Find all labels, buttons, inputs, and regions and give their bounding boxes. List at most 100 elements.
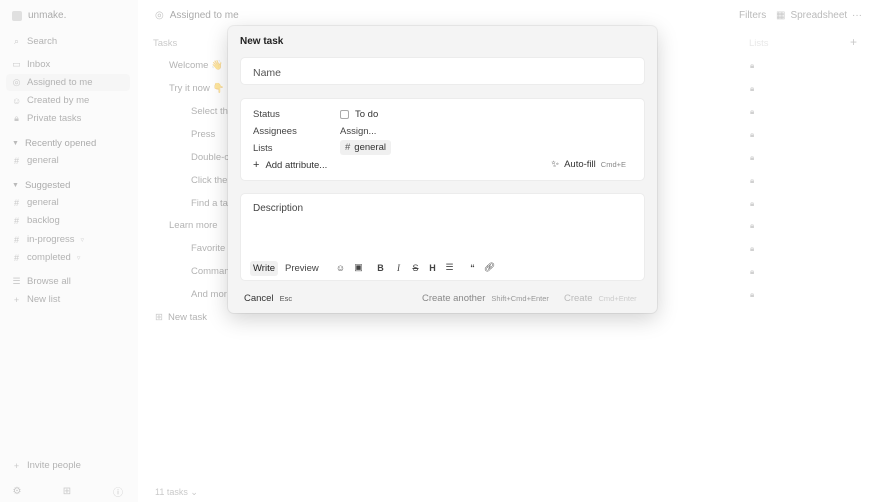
list-tag[interactable]: # general — [340, 140, 391, 155]
create-button[interactable]: Create Cmd+Enter — [564, 293, 637, 304]
lock-icon: 🔒︎ — [750, 107, 755, 116]
add-column-plus-icon[interactable]: + — [850, 35, 857, 49]
sidebar-search[interactable]: ⌕ Search — [6, 33, 130, 50]
auto-fill-label: Auto-fill — [564, 159, 596, 170]
task-row[interactable]: Comman — [191, 266, 230, 277]
task-count-label: 11 tasks — [155, 487, 188, 497]
strikethrough-icon[interactable]: S — [409, 261, 422, 274]
task-count-dropdown[interactable]: 11 tasks ⌄ — [155, 487, 198, 498]
lock-icon: 🔒︎ — [14, 113, 19, 123]
task-row[interactable]: Learn more — [169, 220, 218, 231]
lock-icon: 🔒︎ — [750, 244, 755, 253]
filter-icon: ▿ — [76, 254, 81, 262]
workspace-switcher[interactable]: unmake. — [12, 10, 66, 21]
tab-preview[interactable]: Preview — [282, 261, 322, 276]
invite-people-button[interactable]: + Invite people — [6, 457, 130, 474]
sidebar-item-assigned-to-me[interactable]: ◎ Assigned to me — [6, 74, 130, 91]
name-card — [240, 57, 645, 85]
plus-icon: + — [253, 159, 260, 171]
add-attribute-button[interactable]: + Add attribute... — [253, 159, 327, 171]
sidebar-item-label: New list — [27, 294, 61, 305]
new-item-square-plus-icon[interactable]: ⊞ — [60, 484, 74, 498]
recently-opened-section[interactable]: ▼ Recently opened — [12, 138, 96, 149]
create-another-button[interactable]: Create another Shift+Cmd+Enter — [422, 293, 549, 304]
hash-icon: # — [345, 142, 351, 153]
task-row[interactable]: Press — [191, 129, 215, 140]
heading-icon[interactable]: H — [426, 261, 439, 274]
description-input[interactable] — [253, 203, 633, 214]
sidebar-item-label: completed — [27, 252, 71, 263]
view-switcher-button[interactable]: ▦ Spreadsheet — [776, 10, 847, 21]
sidebar-item-label: backlog — [27, 215, 60, 226]
link-icon[interactable]: 🔗︎ — [483, 261, 496, 274]
quote-icon[interactable]: “ — [466, 261, 479, 274]
task-row[interactable]: Welcome 👋 — [169, 60, 223, 71]
suggested-section[interactable]: ▼ Suggested — [12, 180, 70, 191]
description-card: Write Preview ☺ ▣ B I S H ☰ “ 🔗︎ — [240, 193, 645, 281]
cancel-label: Cancel — [244, 293, 274, 304]
sidebar-item-general[interactable]: # general — [6, 194, 130, 211]
filters-button[interactable]: Filters — [739, 10, 766, 21]
task-row[interactable]: And mor — [191, 289, 227, 300]
lock-icon: 🔒︎ — [750, 176, 755, 185]
image-icon[interactable]: ▣ — [352, 261, 365, 274]
sidebar-item-recent-general[interactable]: # general — [6, 152, 130, 169]
lists-field[interactable]: # general — [340, 140, 391, 155]
cancel-button[interactable]: Cancel Esc — [244, 293, 292, 304]
tab-write[interactable]: Write — [250, 261, 278, 276]
task-row[interactable]: Favorite — [191, 243, 225, 254]
task-row[interactable]: Try it now 👇 — [169, 83, 224, 94]
bold-icon[interactable]: B — [374, 261, 387, 274]
sidebar-item-label: general — [27, 155, 59, 166]
filter-icon: ▿ — [80, 236, 85, 244]
spreadsheet-icon: ▦ — [776, 10, 786, 21]
sidebar-item-label: Private tasks — [27, 113, 82, 124]
settings-gear-icon[interactable]: ⚙ — [10, 484, 24, 498]
task-row[interactable]: Double-c — [191, 152, 229, 163]
sidebar-search-label: Search — [27, 36, 58, 47]
bullet-list-icon[interactable]: ☰ — [443, 261, 456, 274]
task-name-input[interactable] — [253, 67, 633, 79]
lock-icon: 🔒︎ — [750, 130, 755, 139]
hash-icon: # — [13, 234, 19, 245]
help-icon[interactable]: ⓘ — [111, 484, 125, 499]
sidebar-item-completed[interactable]: # completed ▿ — [6, 249, 130, 266]
status-field[interactable]: To do — [340, 109, 378, 120]
hash-icon: # — [13, 155, 19, 166]
lock-icon: 🔒︎ — [750, 221, 755, 230]
task-row[interactable]: Select th — [191, 106, 228, 117]
lists-label: Lists — [253, 143, 273, 154]
auto-fill-button[interactable]: ✨︎ Auto-fill Cmd+E — [551, 159, 626, 170]
list-tag-label: general — [354, 142, 386, 153]
sidebar-item-inbox[interactable]: ▭ Inbox — [6, 56, 130, 73]
new-task-button[interactable]: ⊞ New task — [155, 312, 207, 323]
sidebar-item-in-progress[interactable]: # in-progress ▿ — [6, 231, 130, 248]
sidebar-item-label: Created by me — [27, 95, 90, 106]
chevron-down-icon: ▼ — [12, 140, 19, 147]
task-row[interactable]: Click the — [191, 175, 227, 186]
task-row[interactable]: Find a ta — [191, 198, 228, 209]
section-title: Suggested — [24, 180, 71, 191]
hash-icon: # — [13, 197, 19, 208]
plus-icon: + — [13, 460, 20, 471]
assignees-field[interactable]: Assign... — [340, 126, 376, 137]
sidebar-browse-all[interactable]: ☰ Browse all — [6, 273, 130, 290]
emoji-icon[interactable]: ☺ — [334, 261, 347, 274]
italic-icon[interactable]: I — [392, 261, 405, 274]
sidebar-item-backlog[interactable]: # backlog — [6, 212, 130, 229]
lock-icon: 🔒︎ — [750, 199, 755, 208]
lock-icon: 🔒︎ — [750, 84, 755, 93]
create-another-label: Create another — [422, 293, 486, 304]
sidebar: unmake. ⌕ Search ▭ Inbox ◎ Assigned to m… — [0, 0, 138, 502]
more-options-button[interactable]: ··· — [852, 10, 862, 21]
chevron-down-icon: ⌄ — [190, 487, 198, 497]
sidebar-item-created-by-me[interactable]: ☺ Created by me — [6, 92, 130, 109]
user-icon: ☺ — [12, 95, 22, 106]
column-header-tasks: Tasks — [153, 38, 178, 49]
hash-icon: # — [13, 252, 19, 263]
status-value: To do — [355, 109, 379, 120]
sidebar-new-list[interactable]: + New list — [6, 291, 130, 308]
sidebar-item-private-tasks[interactable]: 🔒︎ Private tasks — [6, 110, 130, 127]
assignees-label: Assignees — [253, 126, 297, 137]
list-icon: ☰ — [12, 276, 21, 286]
